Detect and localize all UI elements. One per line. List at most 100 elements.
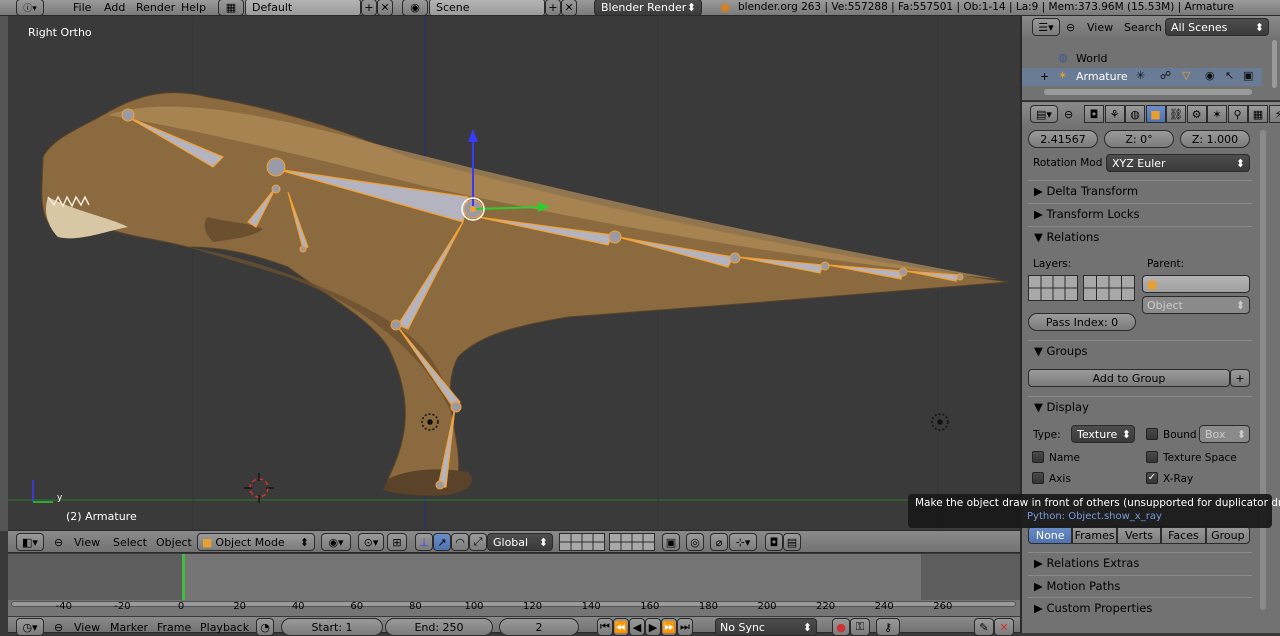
- outliner-collapse-icon[interactable]: ⊖: [1066, 20, 1075, 35]
- object-tab-icon[interactable]: ■: [1146, 105, 1166, 123]
- add-scene-button[interactable]: +: [545, 0, 561, 16]
- render-camera-icon[interactable]: ▣: [1243, 69, 1253, 82]
- render-anim-button[interactable]: ▤: [783, 533, 801, 551]
- parent-field[interactable]: ■: [1142, 275, 1250, 293]
- translate-manipulator-button[interactable]: ⊥: [415, 533, 433, 551]
- scene-field[interactable]: Scene: [429, 0, 545, 16]
- end-frame-field[interactable]: End: 250: [385, 618, 493, 636]
- dup-tab-frames[interactable]: Frames: [1072, 526, 1116, 544]
- visibility-eye-icon[interactable]: ◉: [1205, 69, 1215, 82]
- viewport-shading-button[interactable]: ◉▾: [321, 533, 351, 551]
- keyframe-delete-button[interactable]: ✎: [974, 618, 994, 636]
- add-screen-button[interactable]: +: [361, 0, 377, 16]
- outliner-scene-filter[interactable]: All Scenes⬍: [1165, 18, 1269, 36]
- scene-tab-icon[interactable]: ⚘: [1105, 105, 1125, 123]
- rotation-mode-select[interactable]: XYZ Euler⬍: [1106, 154, 1250, 172]
- outliner-vscrollbar[interactable]: [1272, 40, 1277, 88]
- snap-button[interactable]: ⌀: [710, 533, 728, 551]
- timeline-area[interactable]: [8, 554, 1020, 616]
- mode-select[interactable]: ■Object Mode⬍: [197, 533, 315, 551]
- scale-z-field[interactable]: Z: 1.000: [1180, 130, 1250, 148]
- object-layers-left[interactable]: [1028, 275, 1078, 301]
- render-engine-select[interactable]: Blender Render⬍: [594, 0, 702, 16]
- render-still-button[interactable]: ◘: [765, 533, 783, 551]
- timeline-editor-type-button[interactable]: ◷▾: [16, 618, 44, 636]
- display-type-select[interactable]: Texture⬍: [1071, 425, 1135, 443]
- panel-motion-paths[interactable]: ▶ Motion Paths: [1028, 575, 1252, 595]
- modifiers-tab-icon[interactable]: ⚙: [1187, 105, 1207, 123]
- dup-tab-verts[interactable]: Verts: [1117, 526, 1161, 544]
- scale-button[interactable]: ⤢: [469, 533, 487, 551]
- pass-index-field[interactable]: Pass Index: 0: [1028, 313, 1136, 331]
- rotate-button[interactable]: ◠: [451, 533, 469, 551]
- current-frame-field[interactable]: 2: [499, 618, 579, 636]
- expand-icon[interactable]: +: [1040, 70, 1049, 83]
- outliner-editor-type-button[interactable]: ☰▾: [1032, 18, 1060, 36]
- constraints-tab-icon[interactable]: ⛓: [1166, 105, 1186, 123]
- outliner-menu-view[interactable]: View: [1087, 20, 1113, 35]
- outliner-menu-search[interactable]: Search: [1124, 20, 1162, 35]
- menu-render[interactable]: Render: [136, 0, 175, 15]
- sync-select[interactable]: No Sync⬍: [715, 618, 817, 636]
- world-tab-icon[interactable]: ◍: [1125, 105, 1145, 123]
- layer-buttons-right[interactable]: [609, 533, 655, 551]
- menu-object[interactable]: Object: [156, 535, 192, 550]
- physics-tab-icon[interactable]: ⚡: [1269, 105, 1280, 123]
- armature-data-icon[interactable]: ✳: [1136, 69, 1145, 82]
- play-button[interactable]: ▶: [645, 618, 661, 636]
- menu-help[interactable]: Help: [181, 0, 206, 15]
- scale-x-field[interactable]: 2.41567: [1028, 130, 1098, 148]
- screen-layout-icon[interactable]: ▦: [218, 0, 244, 16]
- bound-checkbox[interactable]: [1146, 428, 1158, 440]
- bone-tab-icon[interactable]: ⚲: [1228, 105, 1248, 123]
- dup-tab-faces[interactable]: Faces: [1161, 526, 1205, 544]
- record-button[interactable]: ●: [832, 618, 850, 636]
- keyframe-clear-button[interactable]: ✕: [994, 618, 1014, 636]
- outliner-row-world[interactable]: ◍ World: [1022, 50, 1262, 67]
- panel-display[interactable]: ▼ Display: [1028, 396, 1252, 416]
- parent-type-select[interactable]: Object⬍: [1142, 296, 1250, 314]
- transform-orientation-select[interactable]: Global⬍: [487, 533, 553, 551]
- collapse-menu-icon[interactable]: ⊖: [54, 535, 63, 550]
- pose-icon[interactable]: ☍: [1160, 69, 1171, 82]
- translate-button[interactable]: ↗: [433, 533, 451, 551]
- name-checkbox[interactable]: [1032, 451, 1044, 463]
- bound-type-select[interactable]: Box⬍: [1199, 425, 1250, 443]
- select-cursor-icon[interactable]: ↖: [1225, 69, 1234, 82]
- keyframe-insert-button[interactable]: ⚷: [876, 618, 900, 636]
- preview-range-button[interactable]: ◔: [256, 618, 274, 636]
- object-layers-right[interactable]: [1083, 275, 1135, 301]
- outliner-row-armature[interactable]: + ✶ Armature ✳ ☍ ▽ ◉ ↖ ▣: [1022, 68, 1262, 86]
- panel-delta-transform[interactable]: ▶ Delta Transform: [1028, 180, 1252, 200]
- properties-editor-type-button[interactable]: ▤▾: [1030, 105, 1058, 123]
- pivot-point-button[interactable]: ⊙▾: [358, 533, 384, 551]
- snap-element-button[interactable]: ⊹▾: [729, 533, 757, 551]
- panel-transform-locks[interactable]: ▶ Transform Locks: [1028, 203, 1252, 223]
- manipulator-toggle-button[interactable]: ⊞: [387, 533, 407, 551]
- jump-start-button[interactable]: ⏮: [597, 618, 613, 636]
- lock-layers-button[interactable]: ▣: [662, 533, 680, 551]
- xray-checkbox[interactable]: ✓: [1146, 472, 1158, 484]
- editor-type-button[interactable]: ◧▾: [16, 533, 44, 551]
- texture-tab-icon[interactable]: ▦: [1248, 105, 1268, 123]
- properties-scrollbar[interactable]: [1260, 130, 1266, 610]
- panel-custom-properties[interactable]: ▶ Custom Properties: [1028, 597, 1252, 617]
- jump-keyframe-forward-button[interactable]: ⏩: [661, 618, 677, 636]
- keying-set-button[interactable]: ⚿: [850, 618, 870, 636]
- add-to-group-button[interactable]: Add to Group: [1028, 369, 1230, 387]
- texture-space-checkbox[interactable]: [1146, 451, 1158, 463]
- properties-collapse-icon[interactable]: ⊖: [1064, 107, 1073, 122]
- play-reverse-button[interactable]: ◀: [629, 618, 645, 636]
- remove-scene-button[interactable]: ✕: [561, 0, 577, 16]
- dup-tab-group[interactable]: Group: [1206, 526, 1250, 544]
- menu-add[interactable]: Add: [104, 0, 125, 15]
- proportional-edit-button[interactable]: ◎: [686, 533, 704, 551]
- panel-groups[interactable]: ▼ Groups: [1028, 340, 1252, 360]
- jump-end-button[interactable]: ⏭: [677, 618, 693, 636]
- scene-icon[interactable]: ◉: [402, 0, 428, 16]
- panel-relations-extras[interactable]: ▶ Relations Extras: [1028, 552, 1252, 572]
- start-frame-field[interactable]: Start: 1: [281, 618, 383, 636]
- outliner-hscrollbar[interactable]: [1044, 89, 1252, 95]
- info-editor-type-button[interactable]: ⓘ▾: [16, 0, 44, 16]
- playhead[interactable]: [182, 554, 185, 600]
